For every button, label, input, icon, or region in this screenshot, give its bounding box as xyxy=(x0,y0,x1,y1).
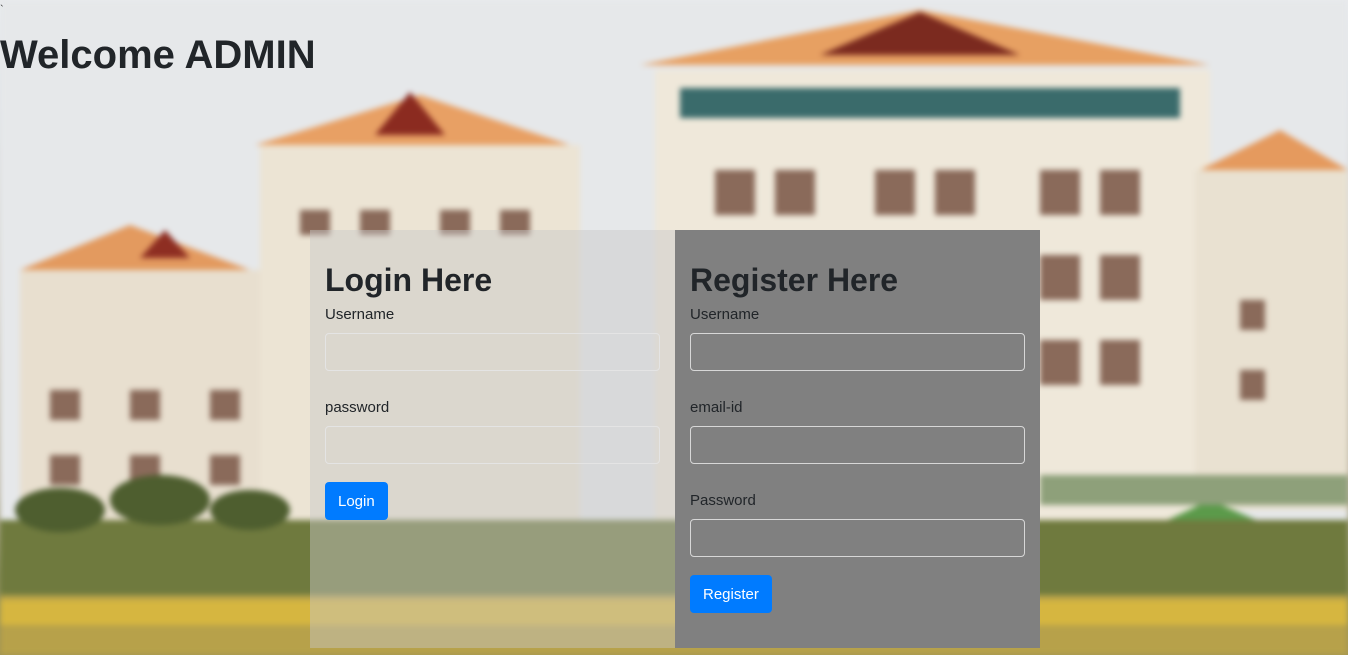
login-panel: Login Here Username password Login xyxy=(310,230,675,648)
register-username-input[interactable] xyxy=(690,333,1025,371)
login-password-label: password xyxy=(325,399,390,416)
login-username-label: Username xyxy=(325,306,395,323)
register-email-input[interactable] xyxy=(690,426,1025,464)
welcome-title: Welcome ADMIN xyxy=(0,33,316,77)
register-password-label: Password xyxy=(690,492,756,509)
register-username-label: Username xyxy=(690,306,760,323)
login-title: Login Here xyxy=(325,262,493,298)
login-button[interactable]: Login xyxy=(325,482,388,520)
login-username-input[interactable] xyxy=(325,333,660,371)
register-panel: Register Here Username email-id Password… xyxy=(675,230,1040,648)
register-email-label: email-id xyxy=(690,399,743,416)
register-title: Register Here xyxy=(690,262,899,298)
register-password-input[interactable] xyxy=(690,519,1025,557)
register-button[interactable]: Register xyxy=(690,575,772,613)
login-password-input[interactable] xyxy=(325,426,660,464)
stray-backtick-text: ` xyxy=(0,4,4,16)
